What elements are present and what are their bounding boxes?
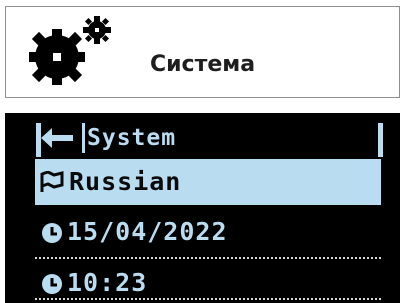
page-title: Система: [150, 52, 256, 77]
gears-icon: [29, 16, 111, 85]
arrow-left-icon[interactable]: [41, 128, 75, 148]
clock-icon: [42, 223, 62, 243]
row-divider: [35, 257, 381, 259]
menu-item-label: Russian: [69, 167, 182, 196]
device-screen: System Russian 15/04/2022 10:23: [5, 113, 400, 303]
right-bracket: [378, 123, 383, 157]
row-divider: [35, 298, 381, 300]
menu-item-label: 10:23: [67, 268, 148, 297]
menu-item-label: 15/04/2022: [67, 217, 228, 246]
clock-icon: [42, 274, 62, 294]
menu-item-date[interactable]: 15/04/2022: [35, 213, 381, 253]
flag-icon: [40, 171, 64, 192]
screen-title: System: [87, 125, 177, 151]
menu-item-language[interactable]: Russian: [35, 159, 381, 205]
cursor-bar: [82, 123, 85, 153]
settings-page: Система System Russian 15/04/2022 10:23: [0, 0, 406, 303]
system-header: Система: [5, 6, 400, 98]
screen-title-row: System: [35, 121, 375, 155]
